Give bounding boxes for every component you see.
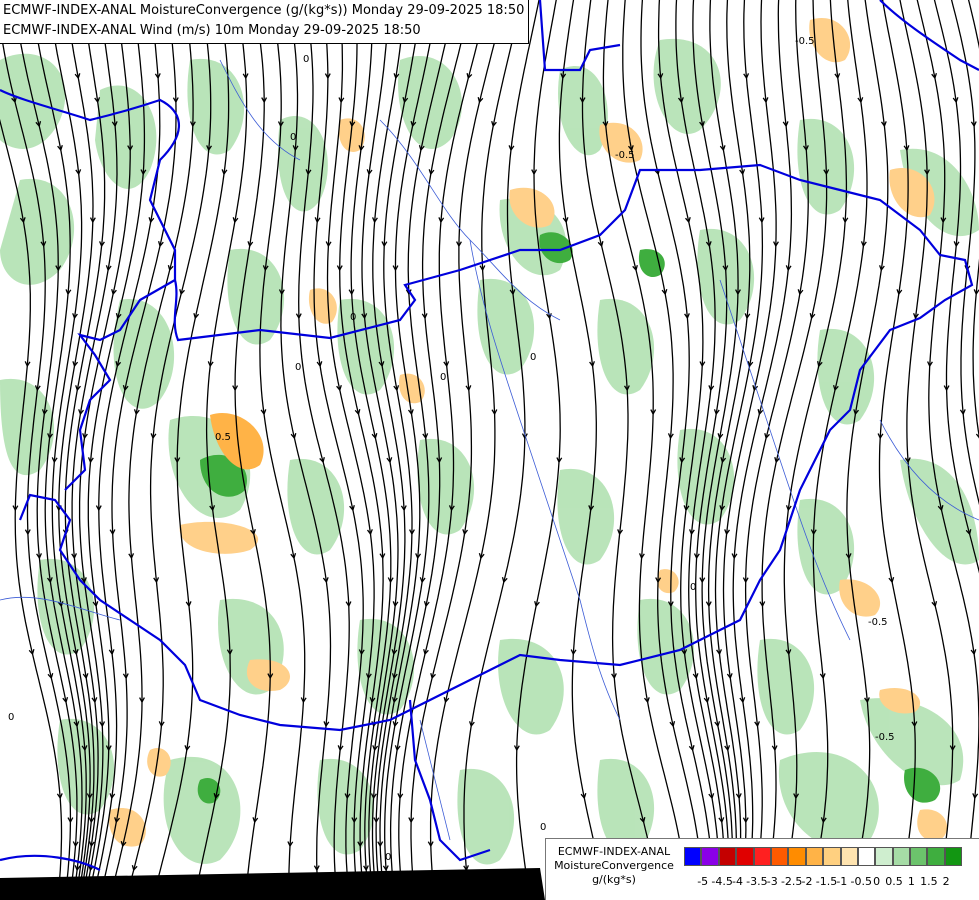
legend-ticks: -5 -4.5 -4 -3.5 -3 -2.5 -2 -1.5 -1 -0.5 0 0.5 1 1.5 2 bbox=[694, 875, 955, 888]
contour-label: -0.5 bbox=[795, 36, 815, 47]
legend-swatches bbox=[684, 847, 963, 866]
legend-swatch bbox=[788, 847, 806, 866]
legend-swatch bbox=[944, 847, 963, 866]
map-title-box: ECMWF-INDEX-ANAL MoistureConvergence (g/… bbox=[0, 0, 530, 44]
contour-label: 0 bbox=[303, 54, 309, 65]
legend-unit: g/(kg*s) bbox=[592, 873, 636, 886]
legend-swatch bbox=[910, 847, 928, 866]
legend-tick: 0 bbox=[873, 875, 881, 888]
contour-label: 0 bbox=[690, 582, 696, 593]
moisture-title: ECMWF-INDEX-ANAL MoistureConvergence (g/… bbox=[3, 3, 525, 18]
contour-label: 0 bbox=[540, 822, 546, 833]
legend-swatch bbox=[805, 847, 824, 866]
contour-label: -0.5 bbox=[615, 150, 635, 161]
legend-swatch bbox=[684, 847, 702, 866]
legend-tick: 1 bbox=[907, 875, 915, 888]
legend-tick: 0.5 bbox=[885, 875, 903, 888]
contour-label: 0 bbox=[440, 372, 446, 383]
legend-swatch bbox=[840, 847, 858, 866]
contour-label: 0 bbox=[350, 312, 356, 323]
legend-swatch bbox=[857, 847, 876, 866]
contour-label: 0 bbox=[290, 132, 296, 143]
color-legend: ECMWF-INDEX-ANAL MoistureConvergence g/(… bbox=[545, 838, 979, 900]
legend-model: ECMWF-INDEX-ANAL bbox=[557, 845, 671, 858]
legend-tick: 1.5 bbox=[920, 875, 938, 888]
legend-swatch bbox=[892, 847, 911, 866]
legend-swatch bbox=[823, 847, 841, 866]
contour-label: 0 bbox=[8, 712, 14, 723]
legend-tick: -4 bbox=[731, 875, 743, 888]
legend-swatch bbox=[875, 847, 893, 866]
legend-tick: -1 bbox=[836, 875, 848, 888]
contour-label: 0.5 bbox=[215, 432, 231, 443]
legend-swatch bbox=[718, 847, 737, 866]
legend-text: ECMWF-INDEX-ANAL MoistureConvergence g/(… bbox=[546, 845, 682, 887]
legend-tick: -2.5 bbox=[780, 875, 803, 888]
wind-title: ECMWF-INDEX-ANAL Wind (m/s) 10m Monday 2… bbox=[3, 23, 421, 38]
contour-label: -0.5 bbox=[868, 617, 888, 628]
legend-swatch bbox=[736, 847, 754, 866]
legend-tick: -0.5 bbox=[850, 875, 872, 888]
legend-tick: -5 bbox=[697, 875, 709, 888]
legend-tick: -3 bbox=[766, 875, 778, 888]
contour-label: 0 bbox=[385, 852, 391, 863]
legend-tick: -3.5 bbox=[746, 875, 768, 888]
contour-label: -0.5 bbox=[875, 732, 895, 743]
legend-tick: -1.5 bbox=[815, 875, 838, 888]
legend-tick: 2 bbox=[942, 875, 950, 888]
legend-swatch bbox=[753, 847, 771, 866]
legend-tick: -2 bbox=[801, 875, 813, 888]
legend-variable: MoistureConvergence bbox=[554, 859, 674, 872]
legend-swatch bbox=[701, 847, 719, 866]
contour-label: 0 bbox=[530, 352, 536, 363]
legend-swatch bbox=[770, 847, 789, 866]
weather-map: 0 0 0 0 0 0 0 0 0 0 -0.5 -0.5 -0.5 -0.5 0.5 ECMWF-INDE… bbox=[0, 0, 979, 900]
contour-label: 0 bbox=[295, 362, 301, 373]
streamline-map: 0000000000-0.5-0.5-0.5-0.50.5 bbox=[0, 0, 979, 900]
legend-swatch bbox=[927, 847, 945, 866]
legend-tick: -4.5 bbox=[711, 875, 733, 888]
